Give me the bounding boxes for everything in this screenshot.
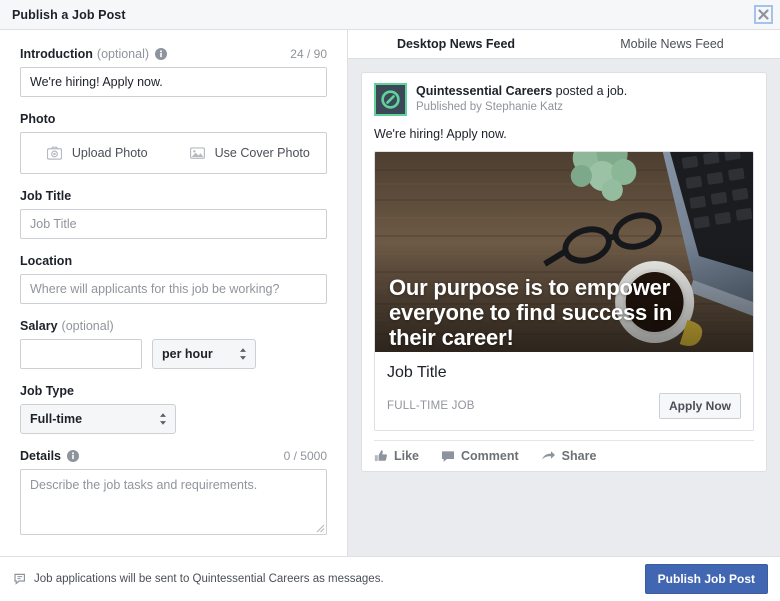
footer-note-text: Job applications will be sent to Quintes…	[34, 573, 384, 585]
comment-icon	[442, 451, 455, 462]
tab-mobile-news-feed[interactable]: Mobile News Feed	[564, 30, 780, 58]
field-job-type: Job Type Full-time	[20, 383, 327, 434]
introduction-optional-label: (optional)	[96, 46, 150, 61]
publish-job-post-dialog: Publish a Job Post Introduction (optiona…	[0, 0, 780, 601]
job-type-select[interactable]: Full-time	[20, 404, 176, 434]
post-preview-card: Quintessential Careers posted a job. Pub…	[361, 72, 767, 472]
field-photo: Photo Upload Photo Use Cover Photo	[20, 111, 327, 174]
messenger-icon	[14, 573, 25, 585]
post-page-name[interactable]: Quintessential Careers	[416, 84, 552, 98]
use-cover-photo-label: Use Cover Photo	[214, 146, 310, 160]
dialog-titlebar: Publish a Job Post	[0, 0, 780, 30]
share-button[interactable]: Share	[541, 449, 597, 463]
details-textarea[interactable]	[20, 469, 327, 535]
details-label: Details	[20, 448, 61, 463]
job-title-label: Job Title	[20, 188, 72, 203]
stepper-chevrons-icon	[240, 348, 246, 360]
introduction-label-row: Introduction (optional) 24 / 90	[20, 46, 327, 61]
camera-icon	[46, 146, 62, 160]
apply-now-button[interactable]: Apply Now	[659, 393, 741, 419]
job-type-label-row: Job Type	[20, 383, 327, 398]
salary-label-row: Salary (optional)	[20, 318, 327, 333]
tab-mobile-label: Mobile News Feed	[620, 37, 724, 51]
location-label-row: Location	[20, 253, 327, 268]
dialog-footer: Job applications will be sent to Quintes…	[0, 557, 780, 601]
thumbs-up-icon	[374, 450, 387, 462]
footer-note: Job applications will be sent to Quintes…	[14, 573, 384, 586]
share-label: Share	[561, 449, 597, 463]
salary-period-value: per hour	[162, 347, 213, 361]
salary-period-select[interactable]: per hour	[152, 339, 256, 369]
stepper-chevrons-icon	[160, 413, 166, 425]
preview-panel: Desktop News Feed Mobile News Feed Quint…	[348, 30, 780, 556]
salary-label: Salary	[20, 318, 58, 333]
post-header-text: Quintessential Careers posted a job. Pub…	[416, 83, 627, 115]
share-arrow-icon	[541, 451, 555, 460]
location-input[interactable]	[20, 274, 327, 304]
introduction-label: Introduction	[20, 46, 93, 61]
salary-row: per hour	[20, 339, 327, 369]
post-published-by: Published by Stephanie Katz	[416, 101, 564, 113]
job-card-subtitle: FULL-TIME JOB	[387, 400, 475, 412]
field-job-title: Job Title	[20, 188, 327, 239]
post-header: Quintessential Careers posted a job. Pub…	[374, 83, 754, 116]
job-type-label: Job Type	[20, 383, 74, 398]
upload-photo-label: Upload Photo	[71, 146, 148, 160]
info-icon[interactable]	[67, 449, 79, 462]
cover-image: Our purpose is to empower everyone to fi…	[375, 152, 753, 352]
tab-desktop-label: Desktop News Feed	[396, 37, 516, 51]
photo-options: Upload Photo Use Cover Photo	[20, 132, 327, 174]
job-link-card[interactable]: Our purpose is to empower everyone to fi…	[374, 151, 754, 431]
job-title-label-row: Job Title	[20, 188, 327, 203]
field-introduction: Introduction (optional) 24 / 90	[20, 46, 327, 97]
photo-label: Photo	[20, 111, 56, 126]
job-type-value: Full-time	[30, 412, 83, 426]
info-icon[interactable]	[155, 47, 168, 60]
close-button[interactable]	[754, 5, 773, 24]
details-counter: 0 / 5000	[283, 448, 327, 463]
post-action-text: posted a job.	[552, 84, 628, 98]
job-card-body: Job Title FULL-TIME JOB Apply Now	[375, 352, 753, 430]
tab-desktop-news-feed[interactable]: Desktop News Feed	[348, 30, 564, 58]
introduction-input[interactable]	[20, 67, 327, 97]
like-label: Like	[394, 449, 420, 463]
post-actions: Like Comment Share	[374, 440, 754, 463]
post-attribution: Quintessential Careers posted a job.	[416, 84, 627, 99]
image-icon	[189, 147, 205, 159]
close-icon	[758, 9, 769, 20]
job-card-title: Job Title	[387, 364, 447, 381]
details-label-row: Details 0 / 5000	[20, 448, 327, 463]
like-button[interactable]: Like	[374, 449, 419, 463]
field-salary: Salary (optional) per hour	[20, 318, 327, 369]
photo-label-row: Photo	[20, 111, 327, 126]
job-card-row: FULL-TIME JOB Apply Now	[387, 393, 741, 419]
comment-button[interactable]: Comment	[441, 449, 519, 463]
dialog-body: Introduction (optional) 24 / 90 We're hi…	[0, 30, 780, 557]
salary-optional-label: (optional)	[61, 318, 114, 333]
avatar	[374, 83, 407, 116]
preview-tabs: Desktop News Feed Mobile News Feed	[348, 30, 780, 59]
field-details: Details 0 / 5000	[20, 448, 327, 535]
dialog-title: Publish a Job Post	[12, 7, 126, 22]
quintessential-q-logo-icon	[381, 90, 400, 109]
upload-photo-button[interactable]: Upload Photo	[21, 133, 174, 173]
comment-label: Comment	[461, 449, 519, 463]
use-cover-photo-button[interactable]: Use Cover Photo	[174, 133, 327, 173]
post-message: We're hiring! Apply now.	[374, 127, 507, 141]
details-textarea-wrapper	[20, 469, 327, 535]
introduction-counter: 24 / 90	[290, 46, 327, 61]
salary-amount-input[interactable]	[20, 339, 142, 369]
job-title-input[interactable]	[20, 209, 327, 239]
job-post-form: Introduction (optional) 24 / 90 We're hi…	[0, 30, 348, 556]
cover-overlay-text: Our purpose is to empower everyone to fi…	[389, 275, 673, 350]
publish-job-post-button[interactable]: Publish Job Post	[644, 564, 768, 594]
preview-area: Quintessential Careers posted a job. Pub…	[348, 59, 780, 556]
location-label: Location	[20, 253, 73, 268]
field-location: Location	[20, 253, 327, 304]
